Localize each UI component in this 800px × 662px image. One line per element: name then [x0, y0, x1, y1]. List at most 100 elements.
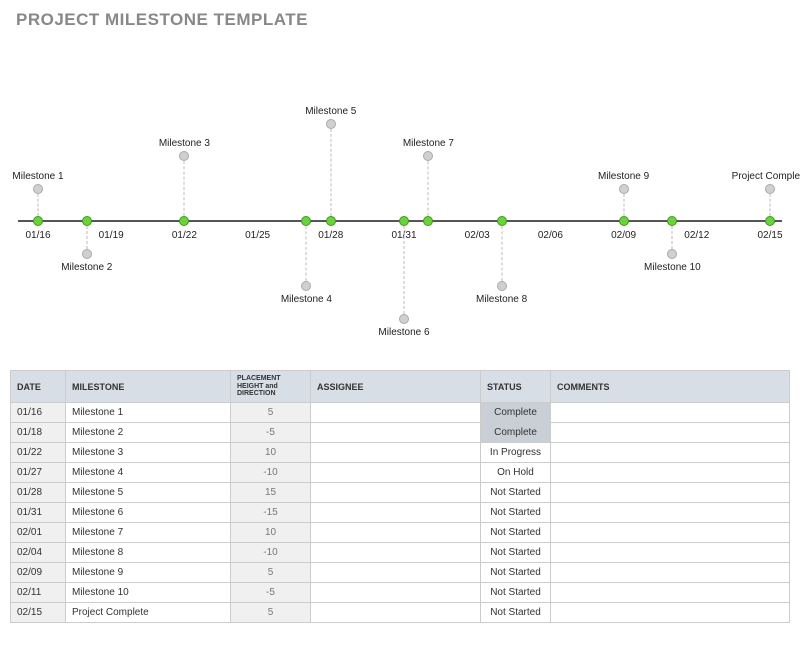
cell-assignee[interactable] — [311, 423, 481, 443]
milestone-axis-marker — [619, 216, 629, 226]
milestone-axis-marker — [423, 216, 433, 226]
milestone-end-marker — [619, 184, 629, 194]
cell-milestone[interactable]: Milestone 1 — [66, 403, 231, 423]
cell-assignee[interactable] — [311, 463, 481, 483]
table-row: 01/27Milestone 4-10 On Hold — [11, 463, 790, 483]
milestone-label: Milestone 7 — [403, 138, 454, 149]
cell-placement[interactable]: 10 — [231, 443, 311, 463]
cell-status[interactable]: Not Started — [481, 543, 551, 563]
milestone-end-marker — [423, 151, 433, 161]
axis-tick: 01/28 — [318, 230, 343, 241]
cell-milestone[interactable]: Milestone 6 — [66, 503, 231, 523]
cell-comments[interactable] — [551, 503, 790, 523]
cell-placement[interactable]: 5 — [231, 603, 311, 623]
milestone-label: Milestone 3 — [159, 138, 210, 149]
axis-tick: 01/25 — [245, 230, 270, 241]
cell-placement[interactable]: -10 — [231, 463, 311, 483]
cell-milestone[interactable]: Milestone 5 — [66, 483, 231, 503]
cell-comments[interactable] — [551, 543, 790, 563]
milestone-label: Milestone 1 — [12, 171, 63, 182]
cell-date[interactable]: 02/01 — [11, 523, 66, 543]
cell-date[interactable]: 02/11 — [11, 583, 66, 603]
cell-comments[interactable] — [551, 423, 790, 443]
cell-status[interactable]: Not Started — [481, 603, 551, 623]
cell-assignee[interactable] — [311, 603, 481, 623]
cell-assignee[interactable] — [311, 483, 481, 503]
cell-milestone[interactable]: Milestone 9 — [66, 563, 231, 583]
cell-milestone[interactable]: Milestone 10 — [66, 583, 231, 603]
milestone-axis-marker — [179, 216, 189, 226]
axis-tick: 02/06 — [538, 230, 563, 241]
cell-comments[interactable] — [551, 403, 790, 423]
cell-placement[interactable]: -5 — [231, 583, 311, 603]
timeline-chart: 01/1601/1901/2201/2501/2801/3102/0302/06… — [10, 30, 790, 330]
cell-comments[interactable] — [551, 463, 790, 483]
milestone-label: Project Complete — [732, 171, 800, 182]
table-row: 01/28Milestone 515 Not Started — [11, 483, 790, 503]
table-row: 02/15Project Complete5 Not Started — [11, 603, 790, 623]
cell-assignee[interactable] — [311, 503, 481, 523]
cell-date[interactable]: 01/18 — [11, 423, 66, 443]
milestone-end-marker — [326, 119, 336, 129]
cell-milestone[interactable]: Milestone 2 — [66, 423, 231, 443]
cell-date[interactable]: 01/16 — [11, 403, 66, 423]
table-row: 02/04Milestone 8-10 Not Started — [11, 543, 790, 563]
cell-date[interactable]: 01/31 — [11, 503, 66, 523]
milestone-leader — [404, 221, 405, 319]
cell-placement[interactable]: 10 — [231, 523, 311, 543]
milestone-end-marker — [765, 184, 775, 194]
cell-assignee[interactable] — [311, 403, 481, 423]
cell-placement[interactable]: -10 — [231, 543, 311, 563]
cell-comments[interactable] — [551, 603, 790, 623]
cell-milestone[interactable]: Milestone 8 — [66, 543, 231, 563]
cell-placement[interactable]: 5 — [231, 563, 311, 583]
cell-milestone[interactable]: Milestone 3 — [66, 443, 231, 463]
cell-placement[interactable]: 5 — [231, 403, 311, 423]
cell-milestone[interactable]: Milestone 4 — [66, 463, 231, 483]
cell-date[interactable]: 01/27 — [11, 463, 66, 483]
cell-status[interactable]: Complete — [481, 423, 551, 443]
milestone-axis-marker — [326, 216, 336, 226]
milestone-table: DATE MILESTONE PLACEMENT HEIGHT and DIRE… — [10, 370, 790, 623]
cell-placement[interactable]: -5 — [231, 423, 311, 443]
cell-comments[interactable] — [551, 523, 790, 543]
cell-assignee[interactable] — [311, 523, 481, 543]
milestone-axis-marker — [667, 216, 677, 226]
cell-status[interactable]: On Hold — [481, 463, 551, 483]
col-header-milestone: MILESTONE — [66, 371, 231, 403]
cell-placement[interactable]: 15 — [231, 483, 311, 503]
cell-milestone[interactable]: Milestone 7 — [66, 523, 231, 543]
milestone-axis-marker — [82, 216, 92, 226]
milestone-label: Milestone 10 — [644, 262, 701, 273]
cell-comments[interactable] — [551, 563, 790, 583]
cell-date[interactable]: 02/04 — [11, 543, 66, 563]
axis-tick: 01/19 — [99, 230, 124, 241]
axis-tick: 01/22 — [172, 230, 197, 241]
table-row: 01/16Milestone 15 Complete — [11, 403, 790, 423]
cell-status[interactable]: Complete — [481, 403, 551, 423]
cell-status[interactable]: Not Started — [481, 523, 551, 543]
cell-assignee[interactable] — [311, 543, 481, 563]
cell-comments[interactable] — [551, 443, 790, 463]
milestone-end-marker — [33, 184, 43, 194]
cell-comments[interactable] — [551, 583, 790, 603]
cell-placement[interactable]: -15 — [231, 503, 311, 523]
milestone-axis-marker — [33, 216, 43, 226]
cell-date[interactable]: 01/22 — [11, 443, 66, 463]
milestone-leader — [428, 156, 429, 221]
milestone-axis-marker — [497, 216, 507, 226]
cell-comments[interactable] — [551, 483, 790, 503]
cell-assignee[interactable] — [311, 443, 481, 463]
cell-assignee[interactable] — [311, 563, 481, 583]
cell-status[interactable]: In Progress — [481, 443, 551, 463]
cell-status[interactable]: Not Started — [481, 583, 551, 603]
cell-milestone[interactable]: Project Complete — [66, 603, 231, 623]
cell-date[interactable]: 01/28 — [11, 483, 66, 503]
cell-status[interactable]: Not Started — [481, 503, 551, 523]
cell-assignee[interactable] — [311, 583, 481, 603]
cell-status[interactable]: Not Started — [481, 563, 551, 583]
cell-date[interactable]: 02/09 — [11, 563, 66, 583]
axis-tick: 02/12 — [684, 230, 709, 241]
cell-status[interactable]: Not Started — [481, 483, 551, 503]
cell-date[interactable]: 02/15 — [11, 603, 66, 623]
